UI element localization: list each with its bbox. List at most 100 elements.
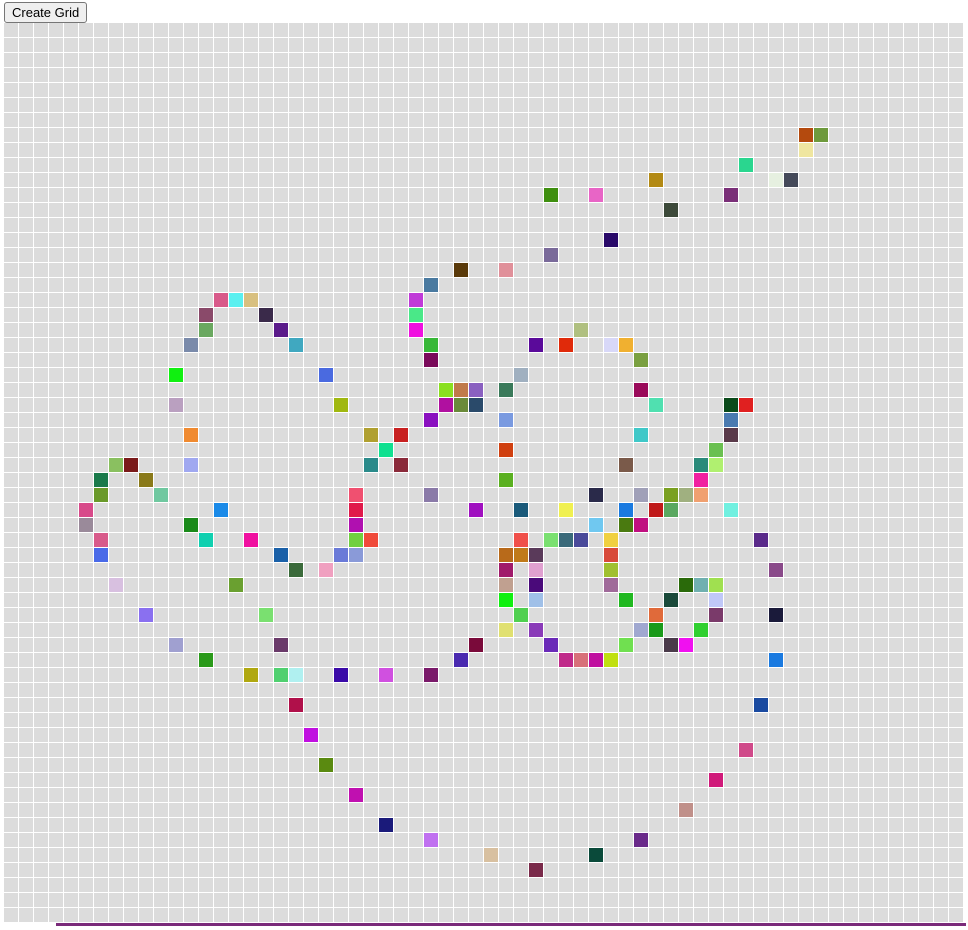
grid-cell[interactable] (454, 293, 468, 307)
grid-cell[interactable] (769, 128, 783, 142)
grid-cell[interactable] (919, 788, 933, 802)
grid-cell[interactable] (574, 803, 588, 817)
grid-cell[interactable] (949, 293, 963, 307)
grid-cell[interactable] (739, 368, 753, 382)
grid-cell[interactable] (394, 503, 408, 517)
grid-cell[interactable] (619, 218, 633, 232)
grid-cell[interactable] (169, 878, 183, 892)
grid-cell[interactable] (889, 428, 903, 442)
grid-cell[interactable] (244, 773, 258, 787)
grid-cell[interactable] (454, 668, 468, 682)
grid-cell[interactable] (889, 488, 903, 502)
grid-cell[interactable] (484, 158, 498, 172)
grid-cell[interactable] (244, 308, 258, 322)
grid-cell[interactable] (814, 293, 828, 307)
grid-cell[interactable] (874, 773, 888, 787)
grid-cell-colored[interactable] (229, 293, 243, 307)
grid-cell[interactable] (919, 578, 933, 592)
grid-cell[interactable] (664, 233, 678, 247)
grid-cell[interactable] (334, 578, 348, 592)
grid-cell[interactable] (49, 233, 63, 247)
grid-cell[interactable] (439, 233, 453, 247)
grid-cell[interactable] (544, 893, 558, 907)
grid-cell[interactable] (904, 698, 918, 712)
grid-cell[interactable] (274, 803, 288, 817)
grid-cell[interactable] (394, 263, 408, 277)
grid-cell[interactable] (394, 623, 408, 637)
grid-cell[interactable] (4, 323, 18, 337)
grid-cell[interactable] (589, 128, 603, 142)
grid-cell[interactable] (919, 548, 933, 562)
grid-cell[interactable] (454, 413, 468, 427)
grid-cell[interactable] (709, 338, 723, 352)
grid-cell[interactable] (394, 758, 408, 772)
grid-cell[interactable] (829, 833, 843, 847)
grid-cell[interactable] (499, 518, 513, 532)
grid-cell[interactable] (619, 563, 633, 577)
grid-cell[interactable] (469, 878, 483, 892)
grid-cell[interactable] (394, 893, 408, 907)
grid-cell[interactable] (574, 338, 588, 352)
grid-cell[interactable] (904, 848, 918, 862)
grid-cell[interactable] (109, 113, 123, 127)
grid-cell[interactable] (4, 368, 18, 382)
grid-cell[interactable] (559, 563, 573, 577)
grid-cell[interactable] (409, 548, 423, 562)
grid-cell-colored[interactable] (289, 338, 303, 352)
grid-cell[interactable] (349, 353, 363, 367)
grid-cell[interactable] (49, 413, 63, 427)
grid-cell[interactable] (634, 113, 648, 127)
grid-cell[interactable] (409, 743, 423, 757)
grid-cell[interactable] (289, 68, 303, 82)
grid-cell-colored[interactable] (514, 608, 528, 622)
grid-cell[interactable] (169, 428, 183, 442)
grid-cell[interactable] (544, 323, 558, 337)
grid-cell[interactable] (409, 443, 423, 457)
grid-cell[interactable] (154, 83, 168, 97)
grid-cell[interactable] (529, 383, 543, 397)
grid-cell[interactable] (694, 743, 708, 757)
grid-cell[interactable] (154, 908, 168, 922)
grid-cell-colored[interactable] (604, 338, 618, 352)
grid-cell[interactable] (289, 143, 303, 157)
grid-cell[interactable] (949, 623, 963, 637)
grid-cell[interactable] (19, 863, 33, 877)
grid-cell[interactable] (574, 38, 588, 52)
grid-cell[interactable] (859, 833, 873, 847)
grid-cell[interactable] (694, 503, 708, 517)
grid-cell[interactable] (319, 248, 333, 262)
grid-cell[interactable] (259, 833, 273, 847)
grid-cell[interactable] (469, 98, 483, 112)
grid-cell[interactable] (469, 353, 483, 367)
grid-cell[interactable] (169, 233, 183, 247)
grid-cell[interactable] (544, 473, 558, 487)
grid-cell[interactable] (109, 653, 123, 667)
grid-cell-colored[interactable] (679, 803, 693, 817)
grid-cell[interactable] (319, 863, 333, 877)
grid-cell[interactable] (94, 188, 108, 202)
grid-cell[interactable] (544, 668, 558, 682)
grid-cell[interactable] (154, 848, 168, 862)
grid-cell[interactable] (34, 443, 48, 457)
grid-cell[interactable] (904, 878, 918, 892)
grid-cell-colored[interactable] (739, 398, 753, 412)
grid-cell[interactable] (709, 653, 723, 667)
grid-cell[interactable] (124, 623, 138, 637)
grid-cell[interactable] (514, 203, 528, 217)
grid-cell[interactable] (799, 833, 813, 847)
grid-cell[interactable] (709, 53, 723, 67)
grid-cell[interactable] (34, 578, 48, 592)
grid-cell[interactable] (574, 698, 588, 712)
grid-cell[interactable] (454, 623, 468, 637)
grid-cell[interactable] (139, 278, 153, 292)
grid-cell[interactable] (34, 173, 48, 187)
grid-cell[interactable] (784, 728, 798, 742)
grid-cell[interactable] (109, 833, 123, 847)
grid-cell[interactable] (319, 683, 333, 697)
grid-cell[interactable] (619, 488, 633, 502)
grid-cell[interactable] (334, 563, 348, 577)
grid-cell[interactable] (949, 68, 963, 82)
grid-cell-colored[interactable] (349, 533, 363, 547)
grid-cell[interactable] (79, 428, 93, 442)
grid-cell[interactable] (529, 878, 543, 892)
